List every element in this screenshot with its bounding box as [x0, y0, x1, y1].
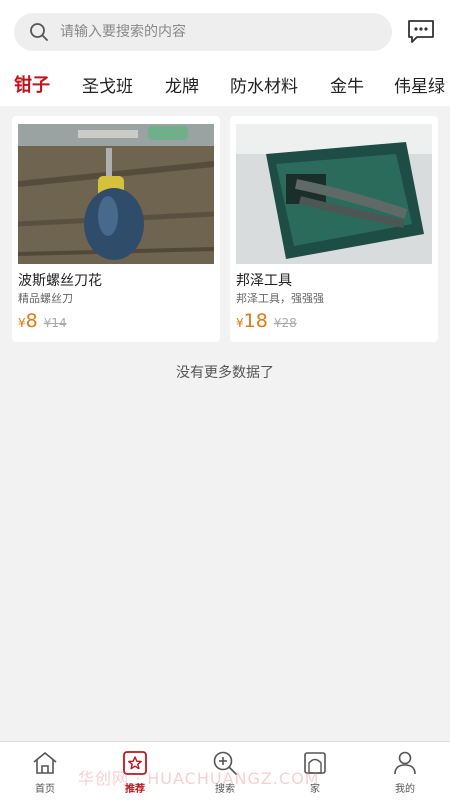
nav-profile[interactable]: 我的: [360, 742, 450, 800]
nav-label: 我的: [395, 784, 415, 795]
search-input[interactable]: [60, 24, 360, 40]
tab-category-3[interactable]: 防水材料: [230, 72, 298, 97]
search-icon: [30, 23, 48, 41]
tab-category-2[interactable]: 龙牌: [165, 72, 199, 97]
category-tabs: 钳子 圣戈班 龙牌 防水材料 金牛 伟星绿: [0, 62, 450, 106]
product-grid: 波斯螺丝刀花 精品螺丝刀 ¥8 ¥14 邦泽工具 邦泽工具，强强强 ¥18 ¥28: [12, 116, 438, 342]
currency-symbol: ¥: [236, 316, 244, 330]
original-price: ¥14: [43, 316, 67, 330]
message-icon[interactable]: [406, 18, 436, 44]
home-icon: [33, 752, 57, 774]
product-title: 邦泽工具: [236, 273, 292, 289]
product-subtitle: 邦泽工具，强强强: [236, 292, 324, 305]
product-card[interactable]: 波斯螺丝刀花 精品螺丝刀 ¥8 ¥14: [12, 116, 220, 342]
product-price: 8: [25, 310, 38, 332]
top-bar: [0, 0, 450, 62]
product-subtitle: 精品螺丝刀: [18, 292, 73, 305]
price-row: ¥18 ¥28: [236, 310, 297, 332]
original-price: ¥28: [273, 316, 297, 330]
watermark: 华创网 · HUACHUANGZ.COM: [78, 769, 320, 788]
product-image-pliers[interactable]: [236, 124, 432, 264]
product-price: 18: [243, 310, 268, 332]
product-image-screwdriver[interactable]: [18, 124, 214, 264]
nav-label: 首页: [35, 784, 55, 795]
search-bar[interactable]: [14, 13, 392, 51]
no-more-data-text: 没有更多数据了: [176, 365, 274, 381]
tab-category-0[interactable]: 钳子: [14, 71, 50, 97]
nav-home[interactable]: 首页: [0, 742, 90, 800]
product-card[interactable]: 邦泽工具 邦泽工具，强强强 ¥18 ¥28: [230, 116, 438, 342]
price-row: ¥8 ¥14: [18, 310, 67, 332]
tab-category-1[interactable]: 圣戈班: [82, 72, 133, 97]
product-title: 波斯螺丝刀花: [18, 273, 102, 289]
bottom-nav: 首页 推荐 搜索 家 我的 华创网 · HUACHUANGZ.COM: [0, 741, 450, 800]
profile-icon: [394, 751, 416, 775]
tab-category-5[interactable]: 伟星绿: [394, 72, 445, 97]
currency-symbol: ¥: [18, 316, 26, 330]
tab-category-4[interactable]: 金牛: [330, 72, 364, 97]
